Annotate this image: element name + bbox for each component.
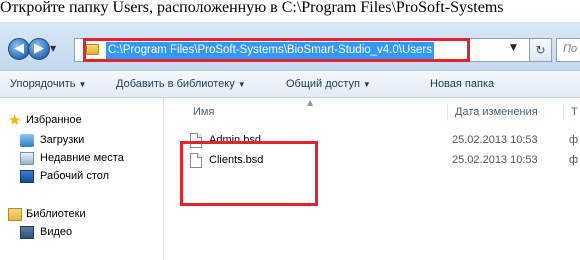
column-header-type[interactable]: Т [571, 106, 578, 118]
chevron-down-icon: ▼ [78, 80, 87, 89]
sort-caret-icon: ▲ [307, 98, 314, 107]
new-folder-button[interactable]: Новая папка [430, 78, 494, 90]
forward-arrow-icon[interactable]: ▶ [28, 38, 50, 60]
organize-button[interactable]: Упорядочить ▼ [10, 78, 86, 90]
add-to-library-button[interactable]: Добавить в библиотеку ▼ [116, 78, 246, 90]
file-date: 25.02.2013 10:53 [452, 154, 538, 166]
back-arrow-icon[interactable]: ◀ [8, 38, 30, 60]
new-folder-label: Новая папка [430, 78, 495, 90]
column-type-label: Т [571, 106, 578, 118]
address-highlight-box [83, 38, 470, 62]
video-library-icon [20, 226, 34, 239]
add-to-library-label: Добавить в библиотеку [116, 78, 235, 90]
address-dropdown-icon[interactable]: ▼ [510, 43, 517, 53]
column-header-name[interactable]: Имя [193, 106, 214, 118]
nav-item-downloads[interactable]: Загрузки [0, 132, 164, 150]
chevron-down-icon: ▼ [237, 80, 246, 89]
desktop-icon [20, 170, 34, 183]
file-date: 25.02.2013 10:53 [452, 134, 538, 146]
search-placeholder: По [563, 43, 578, 55]
instruction-caption: Откройте папку Users, расположенную в C:… [0, 0, 504, 16]
navigation-pane: ★ Избранное Загрузки Недавние места Рабо… [0, 98, 164, 260]
files-highlight-box [180, 141, 318, 206]
column-header-date[interactable]: Дата изменения [455, 106, 538, 118]
nav-item-label: Избранное [26, 114, 82, 126]
nav-item-label: Рабочий стол [40, 170, 110, 182]
nav-item-label: Библиотеки [26, 208, 86, 220]
column-divider[interactable] [563, 104, 564, 120]
file-type: ф [569, 154, 579, 166]
nav-item-favorites[interactable]: ★ Избранное [0, 112, 164, 130]
address-bar-area: ◀ ▶ ▼ C:\Program Files\ProSoft-Systems\B… [0, 22, 580, 70]
command-bar: Упорядочить ▼ Добавить в библиотеку ▼ Общи… [0, 70, 580, 98]
organize-label: Упорядочить [10, 78, 76, 90]
libraries-icon [8, 208, 22, 221]
search-input[interactable]: По [556, 38, 580, 62]
share-label: Общий доступ [286, 78, 360, 90]
column-name-label: Имя [193, 106, 215, 118]
share-button[interactable]: Общий доступ ▼ [286, 78, 371, 90]
chevron-down-icon: ▼ [362, 80, 371, 89]
nav-item-recent[interactable]: Недавние места [0, 150, 164, 168]
nav-item-label: Видео [40, 226, 73, 238]
nav-item-label: Недавние места [40, 152, 124, 164]
column-date-label: Дата изменения [455, 106, 538, 118]
refresh-icon[interactable]: ↻ [530, 38, 552, 62]
explorer-window: ◀ ▶ ▼ C:\Program Files\ProSoft-Systems\B… [0, 22, 580, 260]
nav-item-label: Загрузки [40, 134, 85, 146]
column-divider[interactable] [447, 104, 448, 120]
nav-item-desktop[interactable]: Рабочий стол [0, 168, 164, 186]
history-dropdown-icon[interactable]: ▼ [50, 44, 56, 53]
recent-places-icon [20, 152, 34, 165]
star-icon: ★ [8, 112, 22, 129]
downloads-folder-icon [20, 134, 34, 147]
nav-item-video[interactable]: Видео [0, 224, 164, 242]
nav-item-libraries[interactable]: Библиотеки [0, 206, 164, 224]
file-type: ф [569, 134, 579, 146]
